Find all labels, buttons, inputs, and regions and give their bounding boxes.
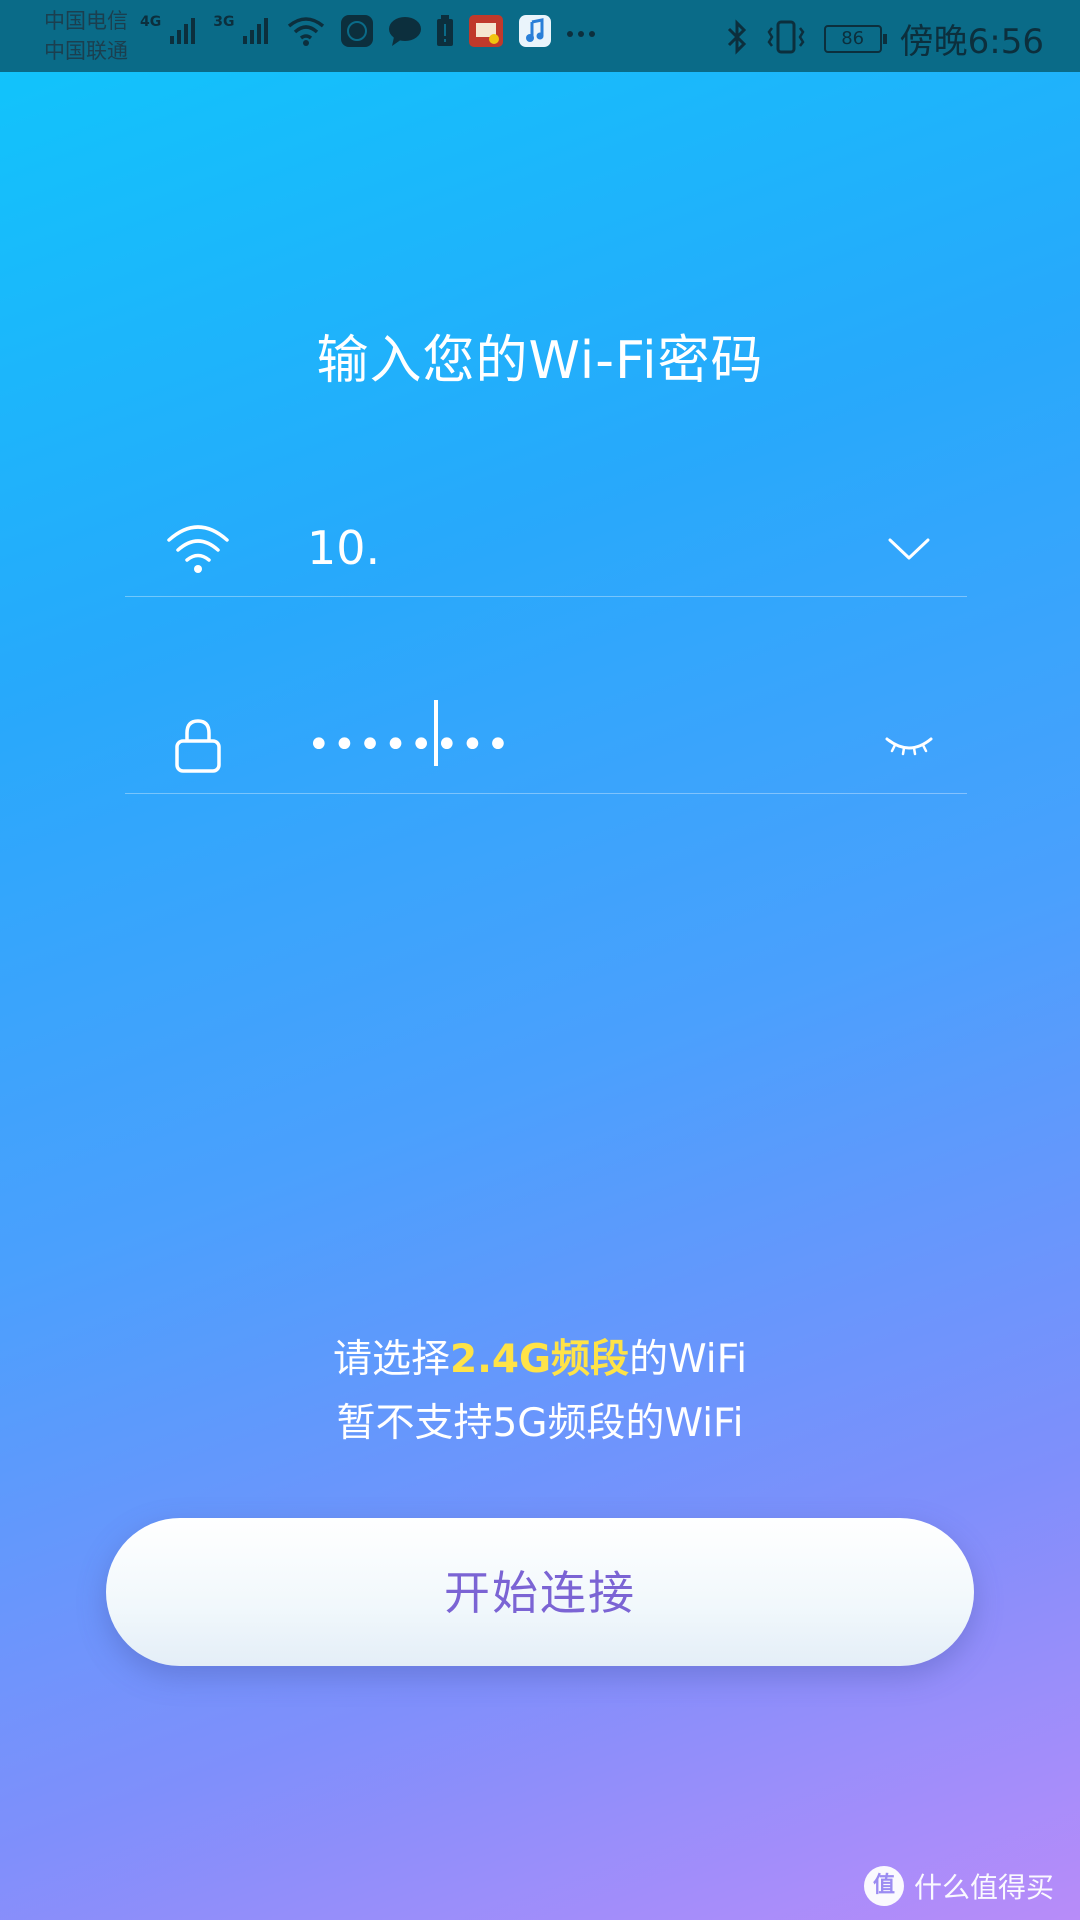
speed-icon: [340, 14, 374, 52]
page-title: 输入您的Wi-Fi密码: [316, 331, 764, 391]
vibrate-icon: [766, 20, 806, 58]
carrier-2: 中国联通: [44, 39, 128, 63]
band-notice: 请选择2.4G频段的WiFi 暂不支持5G频段的WiFi: [0, 1328, 1080, 1456]
network-type-2: 3G: [213, 14, 235, 30]
battery-indicator: 86: [823, 24, 887, 53]
notice-line-1-pre: 请选择: [332, 1337, 450, 1382]
watermark-logo: 值: [863, 1866, 904, 1906]
signal-icon: [169, 16, 199, 50]
watermark-text: 什么值得买: [913, 1871, 1054, 1904]
status-bar: 中国电信 中国联通 4G 3G 86 傍晚6:56: [0, 0, 1080, 72]
lock-icon: [165, 717, 231, 773]
message-icon: [388, 15, 422, 51]
more-icon: [566, 24, 596, 43]
wifi-status-icon: [286, 15, 326, 51]
bluetooth-icon: [726, 18, 748, 59]
password-field-row: [125, 697, 967, 794]
wifi-ssid-value: 10.: [307, 521, 381, 575]
app-icon: [468, 14, 504, 52]
wifi-icon: [165, 520, 231, 576]
battery-alert-icon: [436, 15, 454, 51]
watermark: 值 什么值得买: [863, 1866, 1054, 1906]
status-icons-right: 86 傍晚6:56: [726, 14, 1044, 63]
screen: 中国电信 中国联通 4G 3G 86 傍晚6:56 输入您的Wi-Fi密码 10…: [0, 0, 1080, 1920]
wifi-network-select[interactable]: 10.: [125, 500, 967, 597]
password-input[interactable]: [307, 707, 867, 783]
text-cursor: [434, 700, 438, 766]
clock: 傍晚6:56: [899, 22, 1044, 62]
notice-highlight: 2.4G频段: [449, 1337, 630, 1382]
start-connect-button[interactable]: 开始连接: [106, 1518, 974, 1666]
eye-closed-icon[interactable]: [885, 721, 933, 769]
notice-line-2: 暂不支持5G频段的WiFi: [336, 1401, 744, 1446]
carrier-labels: 中国电信 中国联通: [44, 6, 128, 66]
signal-icon-2: [242, 16, 272, 50]
notice-line-1: 请选择2.4G频段的WiFi: [0, 1328, 1080, 1392]
chevron-down-icon[interactable]: [885, 524, 933, 572]
network-type-1: 4G: [140, 14, 162, 30]
notice-line-1-post: 的WiFi: [629, 1337, 748, 1382]
carrier-1: 中国电信: [44, 9, 128, 33]
music-icon: [518, 14, 552, 52]
status-icons-left: 4G 3G: [140, 14, 596, 52]
